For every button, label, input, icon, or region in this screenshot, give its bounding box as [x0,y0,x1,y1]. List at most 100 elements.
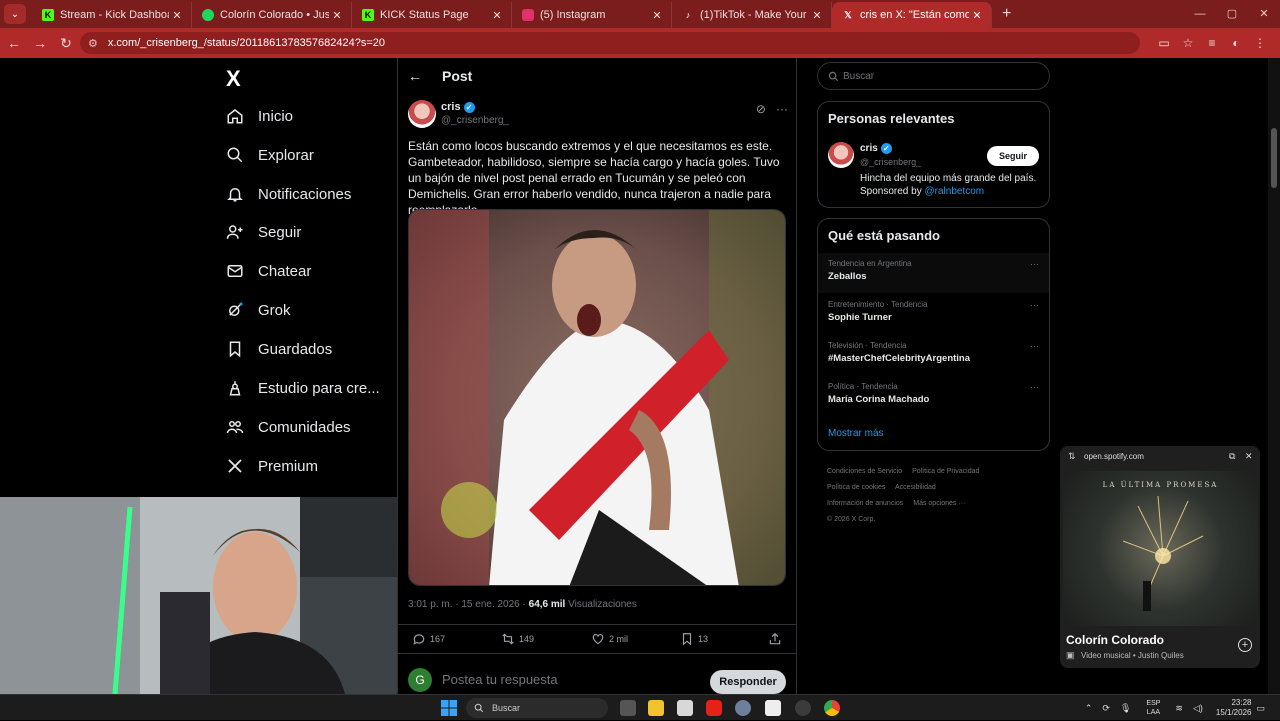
bio-link[interactable]: @ralnbetcom [925,186,985,197]
trend-item[interactable]: Televisión · Tendencia #MasterChefCelebr… [818,335,1049,375]
profile-icon[interactable]: ◐ [1224,36,1248,50]
sidebar-item-explorar[interactable]: Explorar [226,140,314,170]
post-options: ⊘ ··· [756,102,788,116]
cast-icon[interactable]: ▭ [1152,36,1176,50]
windows-start-icon[interactable] [441,700,457,716]
mic-icon[interactable]: 🎙 [1120,703,1131,714]
close-icon[interactable]: ✕ [1245,451,1253,462]
tab-instagram[interactable]: (5) Instagram ✕ [512,2,672,28]
relevant-handle[interactable]: @_crisenberg_ [860,157,921,167]
taskbar-search[interactable]: Buscar [466,698,608,718]
tab-kick-status[interactable]: K KICK Status Page ✕ [352,2,512,28]
volume-icon[interactable]: ◁) [1193,703,1203,714]
author-name[interactable]: cris ✓ [441,101,475,113]
close-icon[interactable]: ✕ [329,9,345,22]
sidebar-item-chatear[interactable]: Chatear [226,256,311,286]
close-icon[interactable]: ✕ [649,9,665,22]
tab-spotify[interactable]: Colorín Colorado • Justin Q ✕ [192,2,352,28]
site-settings-icon[interactable]: ⇅ [1068,451,1076,462]
notification-icon[interactable]: ▭ [1256,703,1265,714]
sidebar-item-estudio[interactable]: Estudio para cre... [226,373,380,403]
reload-icon[interactable]: ↻ [54,35,78,52]
sidebar-item-seguir[interactable]: Seguir [226,217,301,247]
chrome-icon[interactable] [824,700,840,716]
capcut-icon[interactable] [765,700,781,716]
sidebar-item-grok[interactable]: Grok [226,295,291,325]
album-cover[interactable]: LA ÚLTIMA PROMESA [1063,471,1258,626]
close-icon[interactable]: ✕ [969,9,985,22]
more-icon[interactable]: ··· [1030,382,1039,392]
grok-icon[interactable]: ⊘ [756,102,766,116]
new-tab-icon[interactable]: + [1002,5,1011,23]
footer-link[interactable]: Condiciones de Servicio [827,468,902,475]
avatar[interactable] [828,142,854,168]
x-logo[interactable]: X [226,66,241,92]
sidebar-item-premium[interactable]: Premium [226,451,318,481]
footer-link[interactable]: Política de cookies [827,484,885,491]
author-handle[interactable]: @_crisenberg_ [441,115,509,126]
close-icon[interactable]: ✕ [169,9,185,22]
back-icon[interactable]: ← [2,35,26,51]
reply-input[interactable]: Postea tu respuesta [442,672,558,687]
page-scrollbar[interactable] [1268,58,1280,694]
footer-link[interactable]: Información de anuncios [827,500,903,507]
footer-link[interactable]: Más opciones ··· [913,500,965,507]
site-info-icon[interactable]: ⚙ [88,37,98,50]
wifi-icon[interactable]: ≋ [1175,703,1183,714]
sidebar-item-comunidades[interactable]: Comunidades [226,412,351,442]
reply-button[interactable]: 167 [412,632,445,646]
back-to-tab-icon[interactable]: ⧉ [1229,451,1235,462]
reply-submit-button[interactable]: Responder [710,670,786,694]
chevron-up-icon[interactable]: ⌃ [1085,703,1093,714]
language-indicator[interactable]: ESP LAA [1146,699,1160,717]
address-bar[interactable]: ⚙ x.com/_crisenberg_/status/201186137835… [80,32,1140,54]
task-view-icon[interactable] [620,700,636,716]
more-icon[interactable]: ··· [1030,259,1039,269]
store-icon[interactable] [677,700,693,716]
close-icon[interactable]: ✕ [809,9,825,22]
tab-kick-dashboard[interactable]: K Stream - Kick Dashboard ✕ [32,2,192,28]
youtube-icon[interactable] [706,700,722,716]
more-icon[interactable]: ··· [1030,300,1039,310]
back-arrow-icon[interactable]: ← [408,68,422,84]
sidebar-item-inicio[interactable]: Inicio [226,101,293,131]
trend-item[interactable]: Tendencia en Argentina Zeballos ··· [818,253,1049,293]
footer-link[interactable]: Accesibilidad [895,484,936,491]
post-image[interactable] [408,209,786,586]
add-icon[interactable]: + [1238,638,1252,652]
app-icon[interactable] [795,700,811,716]
show-more-link[interactable]: Mostrar más [828,428,884,439]
bookmark-button[interactable]: 13 [680,632,708,646]
tab-x-post[interactable]: 𝕏 cris en X: "Están como locos bu ✕ [832,2,992,28]
trend-item[interactable]: Entretenimiento · Tendencia Sophie Turne… [818,294,1049,334]
more-icon[interactable]: ··· [776,102,788,116]
close-icon[interactable]: ✕ [489,9,505,22]
follow-button[interactable]: Seguir [987,146,1039,166]
close-window-icon[interactable]: ✕ [1248,0,1280,28]
tab-tiktok[interactable]: ♪ (1)TikTok - Make Your Day ✕ [672,2,832,28]
menu-icon[interactable]: ⋮ [1248,36,1272,50]
maximize-icon[interactable]: ▢ [1216,0,1248,28]
tab-search-button[interactable]: ⌄ [4,4,26,24]
footer-link[interactable]: Política de Privacidad [912,468,979,475]
settings-icon[interactable] [735,700,751,716]
repost-button[interactable]: 149 [501,632,534,646]
minimize-icon[interactable]: — [1184,0,1216,28]
clock[interactable]: 23:28 15/1/2026 [1216,698,1252,718]
trend-item[interactable]: Política · Tendencia María Corina Machad… [818,376,1049,416]
sidebar-item-notificaciones[interactable]: Notificaciones [226,179,351,209]
sidebar-item-guardados[interactable]: Guardados [226,334,332,364]
network-icon[interactable]: ⟳ [1102,703,1110,714]
forward-icon[interactable]: → [28,35,52,51]
like-button[interactable]: 2 mil [591,632,628,646]
avatar[interactable] [408,100,436,128]
search-input[interactable]: Buscar [817,62,1050,90]
media-control-icon[interactable]: ≡ [1200,36,1224,50]
more-icon[interactable]: ··· [1030,341,1039,351]
share-button[interactable] [768,632,786,646]
scroll-thumb[interactable] [1271,128,1277,188]
bookmark-star-icon[interactable]: ☆ [1176,36,1200,50]
relevant-name[interactable]: cris ✓ [860,143,892,154]
post-timestamp[interactable]: 3:01 p. m. · 15 ene. 2026 · [408,599,526,610]
file-explorer-icon[interactable] [648,700,664,716]
